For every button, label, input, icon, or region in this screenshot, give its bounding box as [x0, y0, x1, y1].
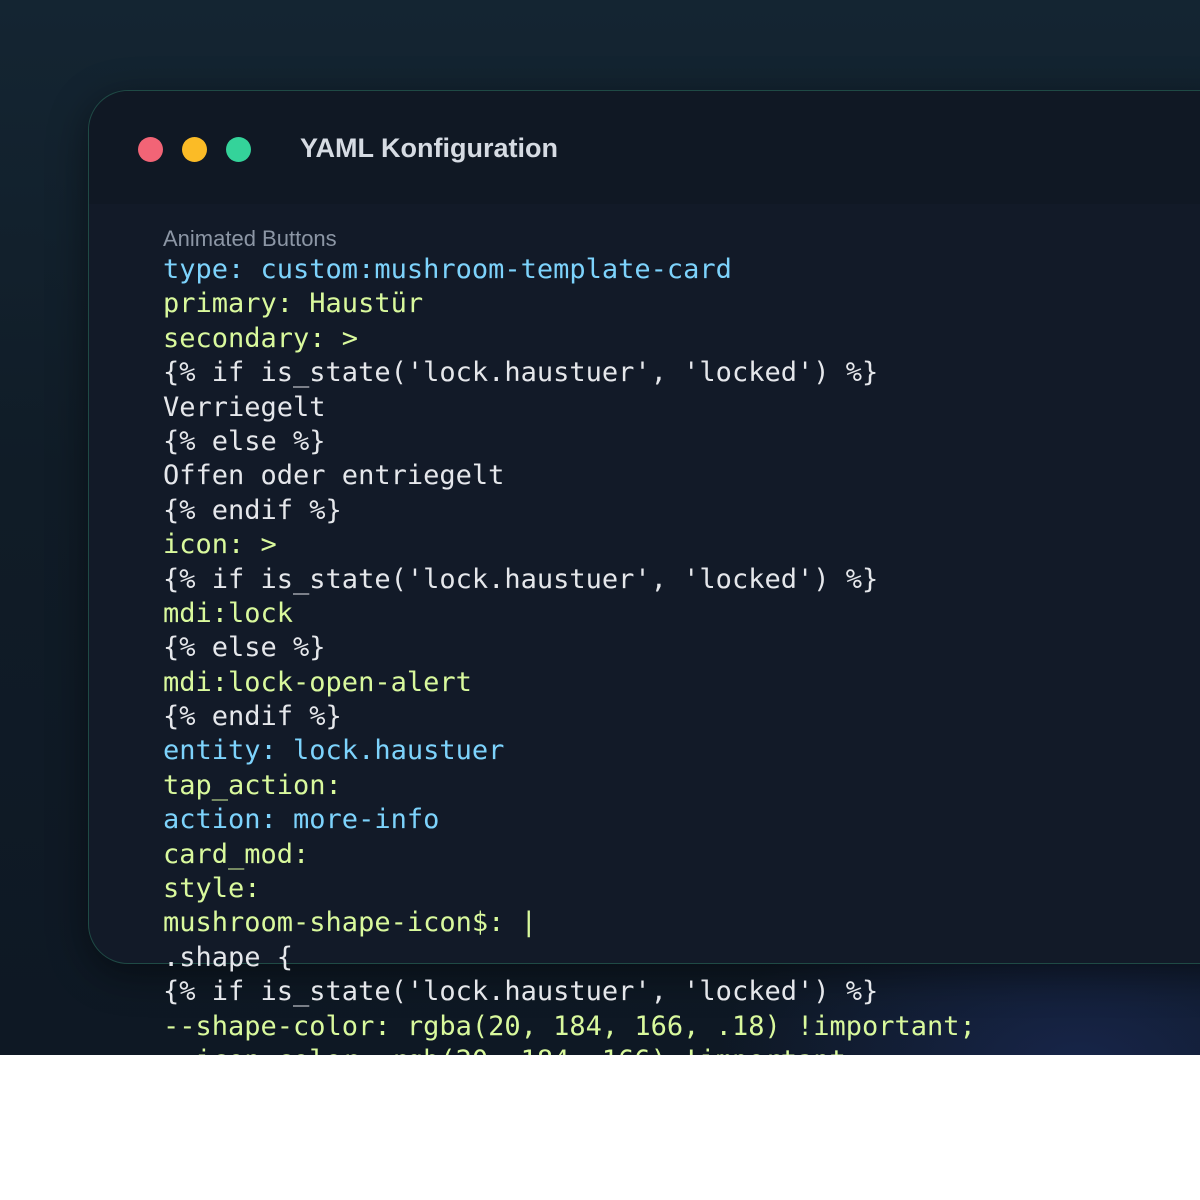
code-line: action: more-info	[163, 804, 440, 836]
window-titlebar: YAML Konfiguration	[89, 91, 1200, 204]
code-line: mushroom-shape-icon$: |	[163, 907, 537, 939]
code-line: primary: Haustür	[163, 288, 424, 320]
code-line: {% if is_state('lock.haustuer', 'locked'…	[163, 563, 879, 595]
code-line: --shape-color: rgba(20, 184, 166, .18) !…	[163, 1010, 976, 1042]
code-line: {% if is_state('lock.haustuer', 'locked'…	[163, 976, 879, 1008]
code-line: .shape {	[163, 941, 294, 973]
code-line: mdi:lock-open-alert	[163, 666, 472, 698]
code-line: entity: lock.haustuer	[163, 735, 505, 767]
code-line: Offen oder entriegelt	[163, 460, 505, 492]
code-line: Verriegelt	[163, 391, 326, 423]
code-editor: Animated Buttons type: custom:mushroom-t…	[163, 225, 1200, 1055]
code-line: type: custom:mushroom-template-card	[163, 254, 732, 285]
code-caption: Animated Buttons	[163, 226, 337, 251]
code-line: mdi:lock	[163, 597, 294, 629]
code-line: {% endif %}	[163, 494, 342, 526]
code-line: {% else %}	[163, 425, 326, 457]
code-line: tap_action:	[163, 769, 342, 801]
code-line: {% else %}	[163, 632, 326, 664]
code-line: card_mod:	[163, 838, 310, 870]
code-line: icon: >	[163, 529, 277, 561]
code-line: {% if is_state('lock.haustuer', 'locked'…	[163, 357, 879, 389]
maximize-button[interactable]	[226, 137, 251, 162]
code-line: secondary: >	[163, 322, 359, 354]
app-backdrop: YAML Konfiguration Animated Buttons type…	[0, 0, 1200, 1055]
code-line: {% endif %}	[163, 701, 342, 733]
code-line: style:	[163, 873, 261, 905]
close-button[interactable]	[138, 137, 163, 162]
window-title: YAML Konfiguration	[300, 133, 558, 163]
code-line: --icon-color: rgb(20, 184, 166) !importa…	[163, 1044, 1200, 1055]
minimize-button[interactable]	[182, 137, 207, 162]
